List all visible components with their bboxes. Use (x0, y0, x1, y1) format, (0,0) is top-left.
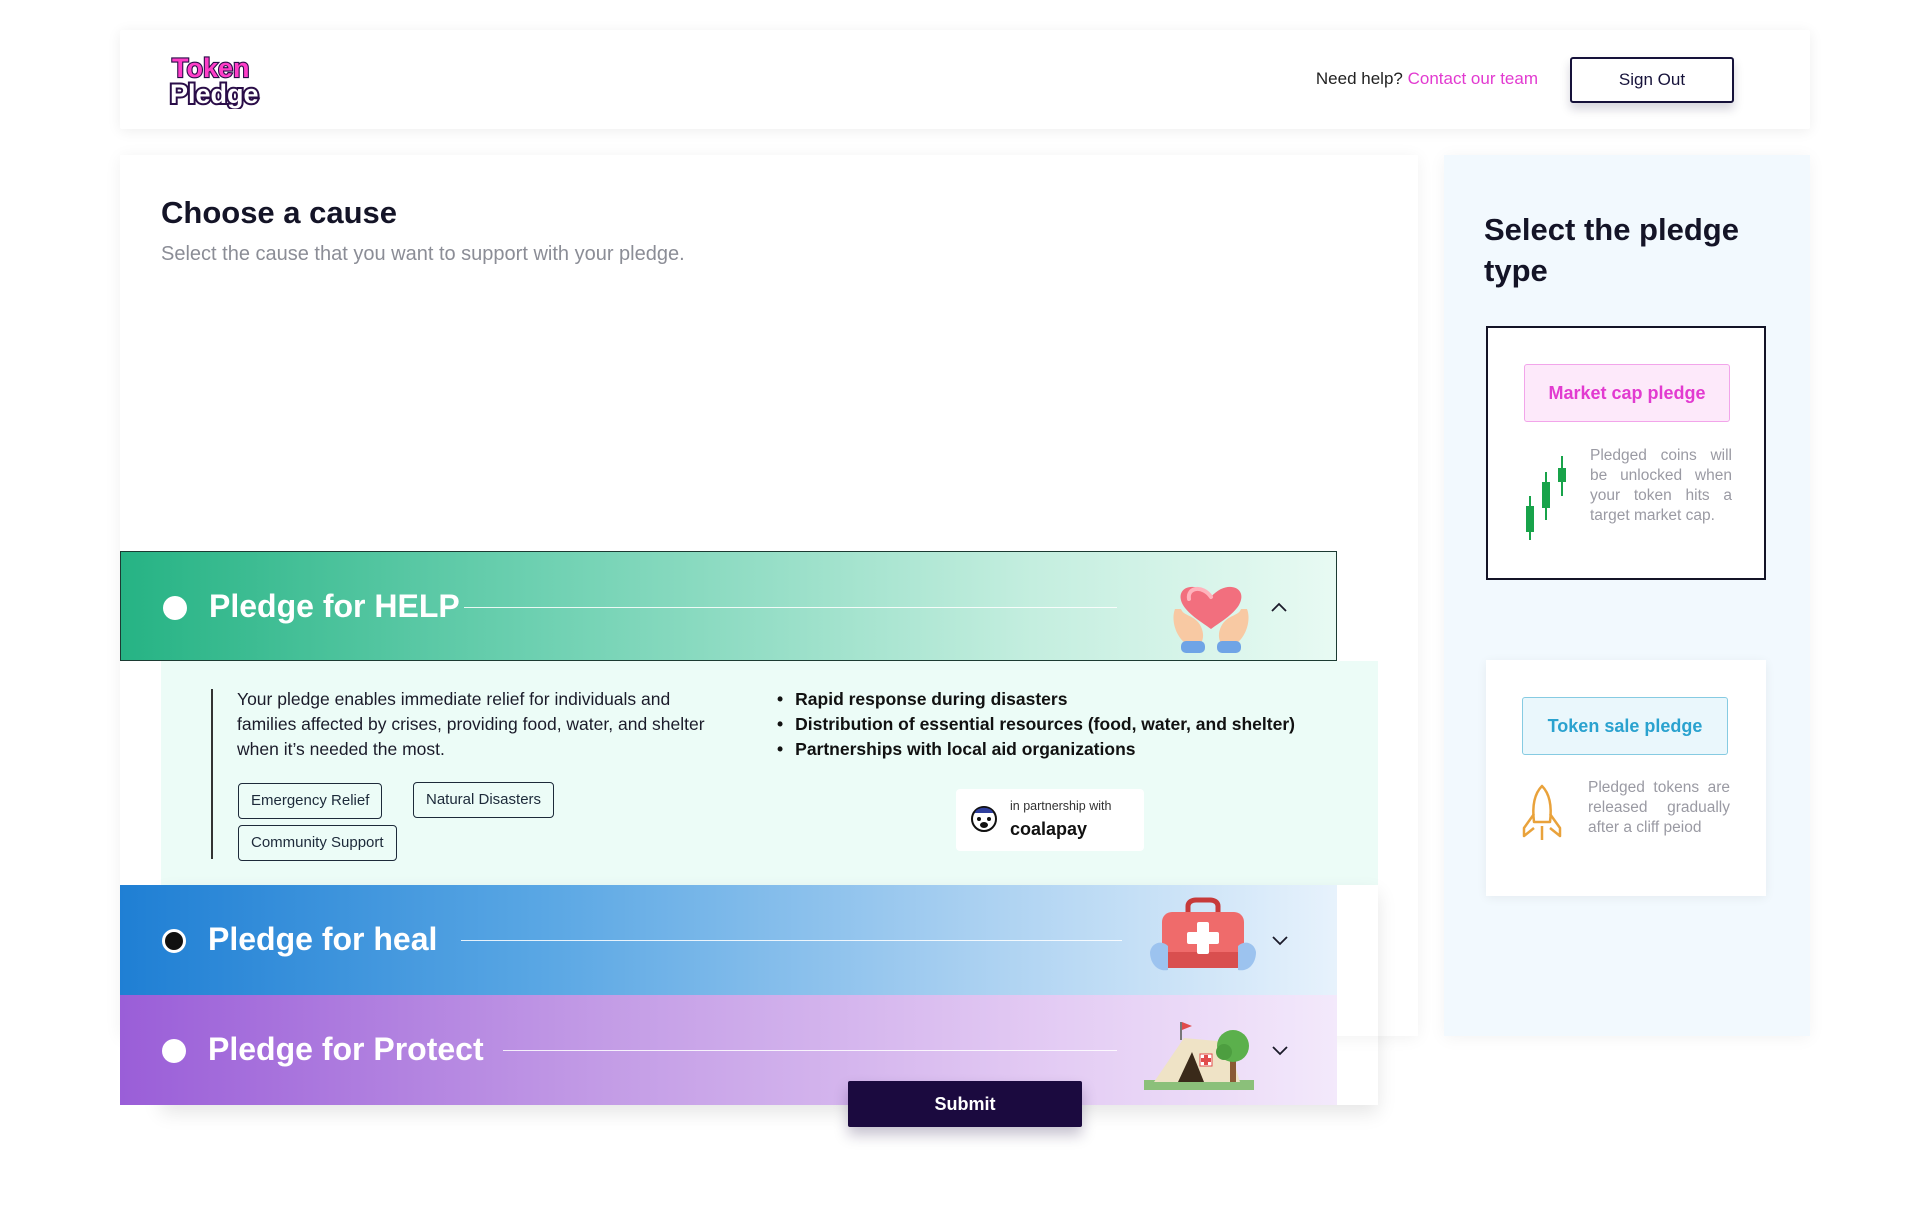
partner-caption: in partnership with (1010, 799, 1112, 813)
rocket-icon (1522, 784, 1562, 840)
tag-community-support: Community Support (238, 825, 397, 861)
bullet-item: Partnerships with local aid organization… (777, 737, 1295, 762)
token-sale-pledge-card[interactable]: Token sale pledge Pledged tokens are rel… (1486, 660, 1766, 896)
page-title: Choose a cause (161, 195, 398, 230)
contact-team-link[interactable]: Contact our team (1408, 69, 1538, 88)
cause-protect-header[interactable]: Pledge for Protect (120, 995, 1337, 1105)
chevron-up-icon[interactable] (1268, 596, 1290, 618)
heart-hands-icon (1173, 586, 1249, 653)
choose-cause-panel: Choose a cause Select the cause that you… (120, 155, 1418, 1105)
cause-help-bullets: Rapid response during disasters Distribu… (777, 687, 1295, 762)
cause-help-header[interactable]: Pledge for HELP (120, 551, 1337, 661)
bullet-item: Rapid response during disasters (777, 687, 1295, 712)
cause-help-description: Your pledge enables immediate relief for… (237, 689, 705, 759)
tag-emergency-relief: Emergency Relief (238, 783, 383, 819)
candlestick-chart-icon (1526, 456, 1566, 540)
chevron-down-icon[interactable] (1269, 1039, 1291, 1061)
chevron-down-icon[interactable] (1269, 929, 1291, 951)
token-sale-pledge-description: Pledged tokens are released gradually af… (1588, 779, 1730, 836)
first-aid-kit-icon (1150, 897, 1256, 971)
cause-heal-label: Pledge for heal (208, 921, 438, 957)
cause-heal-header[interactable]: Pledge for heal (120, 885, 1337, 995)
sign-out-button[interactable]: Sign Out (1570, 57, 1734, 103)
help-prefix: Need help? (1315, 69, 1408, 88)
cause-help-details: Your pledge enables immediate relief for… (161, 661, 1378, 885)
top-header: Token Pledge Need help? Contact our team… (120, 30, 1810, 129)
help-text: Need help? Contact our team (1316, 69, 1538, 89)
pledge-type-title: Select the pledge type (1484, 212, 1739, 288)
partner-name: coalapay (1010, 819, 1088, 839)
cause-protect-radio[interactable] (162, 1039, 186, 1063)
svg-text:Pledge: Pledge (170, 79, 259, 109)
shelter-tent-icon (1144, 1022, 1254, 1090)
pledge-type-panel: Select the pledge type Market cap pledge… (1444, 155, 1810, 1036)
tag-natural-disasters: Natural Disasters (413, 782, 555, 818)
details-divider (211, 689, 213, 859)
cause-help-label: Pledge for HELP (209, 588, 460, 624)
partner-badge: in partnership with coalapay (956, 789, 1144, 851)
page-subtitle: Select the cause that you want to suppor… (161, 243, 685, 265)
divider-line (461, 940, 1122, 941)
submit-button[interactable]: Submit (848, 1081, 1082, 1127)
bullet-item: Distribution of essential resources (foo… (777, 712, 1295, 737)
cause-heal-radio[interactable] (162, 929, 186, 953)
token-pledge-logo[interactable]: Token Pledge (168, 51, 268, 109)
coala-mascot-icon (971, 806, 997, 832)
market-cap-pledge-card[interactable]: Market cap pledge Pledged coins will be … (1486, 326, 1766, 580)
market-cap-pledge-button[interactable]: Market cap pledge (1524, 364, 1730, 422)
divider-line (503, 1050, 1117, 1051)
token-sale-pledge-button[interactable]: Token sale pledge (1522, 697, 1728, 755)
divider-line (464, 607, 1117, 608)
cause-protect-label: Pledge for Protect (208, 1031, 484, 1067)
market-cap-pledge-description: Pledged coins will be unlocked when your… (1590, 447, 1732, 524)
cause-help-radio[interactable] (163, 596, 187, 620)
